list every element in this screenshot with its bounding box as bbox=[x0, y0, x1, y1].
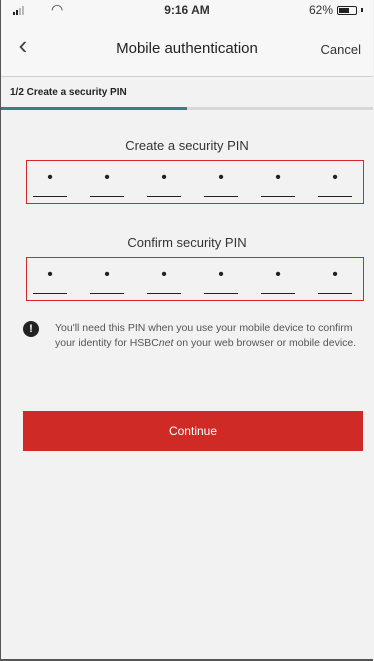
create-pin-title: Create a security PIN bbox=[125, 138, 249, 153]
pin-digit-underline bbox=[90, 196, 124, 197]
pin-digit-slot: • bbox=[147, 258, 181, 300]
pin-digit-dot: • bbox=[104, 169, 110, 186]
step-header: 1/2 Create a security PIN bbox=[1, 76, 373, 110]
pin-digit-slot: • bbox=[204, 161, 238, 203]
app-frame: ◠ 9:16 AM 62% ‹ Mobile authentication Ca… bbox=[0, 0, 373, 661]
create-pin-input[interactable]: • • • • • • bbox=[26, 160, 364, 204]
pin-digit-dot: • bbox=[332, 169, 338, 186]
pin-digit-slot: • bbox=[261, 161, 295, 203]
battery-percent: 62% bbox=[308, 3, 333, 17]
pin-digit-underline bbox=[204, 293, 238, 294]
pin-digit-underline bbox=[33, 196, 67, 197]
pin-digit-dot: • bbox=[218, 266, 224, 283]
pin-digit-underline bbox=[261, 293, 295, 294]
pin-digit-dot: • bbox=[47, 266, 53, 283]
pin-digit-slot: • bbox=[90, 258, 124, 300]
pin-digit-slot: • bbox=[33, 258, 67, 300]
pin-digit-underline bbox=[33, 293, 67, 294]
nav-bar: ‹ Mobile authentication Cancel bbox=[1, 20, 373, 76]
pin-digit-slot: • bbox=[318, 161, 352, 203]
exclamation-icon: ! bbox=[23, 321, 39, 337]
main-content: Create a security PIN • • • • • • Confirm sec… bbox=[1, 110, 373, 661]
battery-icon bbox=[337, 5, 357, 15]
pin-digit-underline bbox=[204, 196, 238, 197]
pin-digit-dot: • bbox=[47, 169, 53, 186]
pin-digit-dot: • bbox=[161, 169, 167, 186]
pin-digit-underline bbox=[90, 293, 124, 294]
pin-digit-slot: • bbox=[147, 161, 181, 203]
pin-digit-dot: • bbox=[104, 266, 110, 283]
continue-button[interactable]: Continue bbox=[23, 411, 363, 451]
pin-digit-dot: • bbox=[218, 169, 224, 186]
pin-digit-slot: • bbox=[261, 258, 295, 300]
pin-digit-underline bbox=[318, 293, 352, 294]
cancel-button[interactable]: Cancel bbox=[321, 42, 361, 57]
battery-indicator: 62% bbox=[309, 3, 363, 17]
pin-digit-slot: • bbox=[90, 161, 124, 203]
pin-digit-dot: • bbox=[275, 266, 281, 283]
status-bar: ◠ 9:16 AM 62% bbox=[1, 0, 373, 20]
pin-digit-underline bbox=[318, 196, 352, 197]
pin-digit-dot: • bbox=[332, 266, 338, 283]
pin-digit-dot: • bbox=[275, 169, 281, 186]
pin-digit-slot: • bbox=[33, 161, 67, 203]
pin-digit-slot: • bbox=[204, 258, 238, 300]
pin-digit-underline bbox=[261, 196, 295, 197]
pin-digit-dot: • bbox=[161, 266, 167, 283]
info-text: You'll need this PIN when you use your m… bbox=[55, 322, 357, 349]
confirm-pin-input[interactable]: • • • • • • bbox=[26, 257, 364, 301]
step-label: 1/2 Create a security PIN bbox=[10, 87, 127, 98]
confirm-pin-title: Confirm security PIN bbox=[127, 235, 247, 250]
pin-digit-slot: • bbox=[318, 258, 352, 300]
pin-digit-underline bbox=[147, 293, 181, 294]
page-title: Mobile authentication bbox=[116, 40, 258, 57]
pin-digit-underline bbox=[147, 196, 181, 197]
